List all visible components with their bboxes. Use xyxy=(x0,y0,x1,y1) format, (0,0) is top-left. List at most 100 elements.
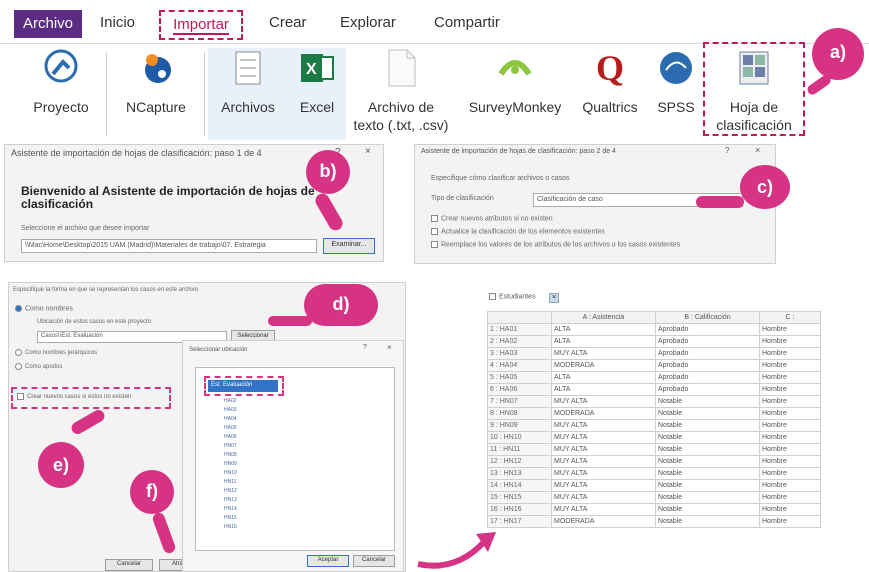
table-row[interactable]: 17 : HN17 MODERADA Notable Hombre xyxy=(487,515,821,528)
close-button[interactable]: × xyxy=(387,343,392,352)
checkbox[interactable] xyxy=(431,228,438,235)
table-cell[interactable]: MUY ALTA xyxy=(551,503,656,516)
table-cell[interactable]: MUY ALTA xyxy=(551,443,656,456)
tab-importar[interactable]: Importar xyxy=(159,10,243,40)
table-header[interactable]: A : Asistencia xyxy=(551,311,656,324)
table-cell[interactable]: MUY ALTA xyxy=(551,347,656,360)
table-row[interactable]: 14 : HN14 MUY ALTA Notable Hombre xyxy=(487,479,821,492)
tree-node[interactable]: HN13 xyxy=(224,497,237,503)
table-cell[interactable]: Hombre xyxy=(759,431,821,444)
table-cell[interactable]: Aprobado xyxy=(655,383,760,396)
tree-node[interactable]: HA05 xyxy=(224,425,237,431)
table-cell[interactable]: Hombre xyxy=(759,467,821,480)
close-button[interactable]: × xyxy=(365,146,371,157)
table-cell[interactable]: Aprobado xyxy=(655,347,760,360)
tab-archivo[interactable]: Archivo xyxy=(14,10,82,38)
table-row[interactable]: 10 : HN10 MUY ALTA Notable Hombre xyxy=(487,431,821,444)
tree-node[interactable]: HN09 xyxy=(224,461,237,467)
file-path-input[interactable]: \\Mac\Home\Desktop\2015 UAM (Madrid)\Mat… xyxy=(21,239,317,253)
checkbox[interactable] xyxy=(489,293,496,300)
tree-node[interactable]: HN11 xyxy=(224,479,236,485)
table-cell[interactable]: Aprobado xyxy=(655,323,760,336)
archivo-de-texto-button[interactable]: Archivo de texto (.txt, .csv) xyxy=(346,48,456,140)
table-cell[interactable]: Hombre xyxy=(759,515,821,528)
table-row[interactable]: 5 : HA05 ALTA Aprobado Hombre xyxy=(487,371,821,384)
table-cell[interactable]: Hombre xyxy=(759,407,821,420)
spss-button[interactable]: SPSS xyxy=(650,48,702,140)
table-cell[interactable]: Hombre xyxy=(759,491,821,504)
radio-as-names[interactable]: Como nombres xyxy=(15,305,73,312)
tree-node[interactable]: HA02 xyxy=(224,398,237,404)
tree-node[interactable]: HN16 xyxy=(224,524,237,530)
radio-hierarchical[interactable]: Como nombres jerárquicos xyxy=(15,349,97,356)
table-cell[interactable]: Aprobado xyxy=(655,359,760,372)
excel-button[interactable]: X Excel xyxy=(288,48,346,140)
cancel-button[interactable]: Cancelar xyxy=(353,555,395,567)
table-row[interactable]: 16 : HN16 MUY ALTA Notable Hombre xyxy=(487,503,821,516)
tab-inicio[interactable]: Inicio xyxy=(100,14,135,31)
checkbox[interactable] xyxy=(17,393,24,400)
qualtrics-button[interactable]: Q Qualtrics xyxy=(570,48,650,140)
radio[interactable] xyxy=(15,349,22,356)
table-row[interactable]: 11 : HN11 MUY ALTA Notable Hombre xyxy=(487,443,821,456)
help-button[interactable]: ? xyxy=(363,344,367,351)
tree-node[interactable]: HA04 xyxy=(224,416,237,422)
table-row[interactable]: 4 : HA04 MODERADA Aprobado Hombre xyxy=(487,359,821,372)
table-cell[interactable]: Hombre xyxy=(759,359,821,372)
radio-nicknames[interactable]: Como apodos xyxy=(15,363,62,370)
table-cell[interactable]: Notable xyxy=(655,443,760,456)
location-tree[interactable]: Est. Evaluación HA02 HA03 HA04 HA05 HA06… xyxy=(195,367,395,551)
table-cell[interactable]: ALTA xyxy=(551,335,656,348)
table-cell[interactable]: Hombre xyxy=(759,347,821,360)
table-cell[interactable]: MODERADA xyxy=(551,515,656,528)
table-cell[interactable]: Notable xyxy=(655,515,760,528)
table-cell[interactable]: MUY ALTA xyxy=(551,419,656,432)
tree-node[interactable]: HN07 xyxy=(224,443,237,449)
table-cell[interactable]: Notable xyxy=(655,503,760,516)
table-cell[interactable]: MUY ALTA xyxy=(551,395,656,408)
option-replace-values[interactable]: Reemplace los valores de los atributos d… xyxy=(431,241,680,248)
table-cell[interactable]: Notable xyxy=(655,419,760,432)
table-cell[interactable]: Hombre xyxy=(759,335,821,348)
tree-node[interactable]: HA06 xyxy=(224,434,237,440)
table-cell[interactable]: ALTA xyxy=(551,323,656,336)
cancel-button[interactable]: Cancelar xyxy=(105,559,153,571)
table-row[interactable]: 12 : HN12 MUY ALTA Notable Hombre xyxy=(487,455,821,468)
table-row[interactable]: 9 : HN09 MUY ALTA Notable Hombre xyxy=(487,419,821,432)
create-cases-option[interactable]: Crear nuevos casos si éstos no existen xyxy=(17,393,131,400)
close-button[interactable]: × xyxy=(755,145,760,155)
table-cell[interactable]: MODERADA xyxy=(551,407,656,420)
tree-node[interactable]: HA03 xyxy=(224,407,237,413)
table-cell[interactable]: MUY ALTA xyxy=(551,479,656,492)
table-cell[interactable]: Hombre xyxy=(759,443,821,456)
checkbox[interactable] xyxy=(431,241,438,248)
option-create-attributes[interactable]: Crear nuevos atributos si no existen xyxy=(431,215,553,222)
table-cell[interactable]: MODERADA xyxy=(551,359,656,372)
table-cell[interactable]: Hombre xyxy=(759,395,821,408)
tree-node[interactable]: HN08 xyxy=(224,452,237,458)
help-button[interactable]: ? xyxy=(725,146,729,155)
accept-button[interactable]: Aceptar xyxy=(307,555,349,567)
table-cell[interactable]: ALTA xyxy=(551,371,656,384)
close-tab-icon[interactable]: × xyxy=(549,293,559,303)
table-row[interactable]: 15 : HN15 MUY ALTA Notable Hombre xyxy=(487,491,821,504)
table-cell[interactable]: MUY ALTA xyxy=(551,455,656,468)
table-cell[interactable]: Notable xyxy=(655,455,760,468)
table-cell[interactable]: Hombre xyxy=(759,371,821,384)
option-update-classification[interactable]: Actualice la clasificación de los elemen… xyxy=(431,228,605,235)
table-row[interactable]: 3 : HA03 MUY ALTA Aprobado Hombre xyxy=(487,347,821,360)
table-cell[interactable]: Notable xyxy=(655,479,760,492)
table-cell[interactable]: Notable xyxy=(655,467,760,480)
tab-crear[interactable]: Crear xyxy=(269,14,307,31)
table-cell[interactable]: MUY ALTA xyxy=(551,467,656,480)
table-row[interactable]: 2 : HA02 ALTA Aprobado Hombre xyxy=(487,335,821,348)
radio[interactable] xyxy=(15,363,22,370)
table-header[interactable]: B : Calificación xyxy=(655,311,760,324)
table-row[interactable]: 8 : HN08 MODERADA Notable Hombre xyxy=(487,407,821,420)
table-cell[interactable]: Notable xyxy=(655,491,760,504)
table-cell[interactable]: Notable xyxy=(655,395,760,408)
table-row[interactable]: 13 : HN13 MUY ALTA Notable Hombre xyxy=(487,467,821,480)
table-cell[interactable]: MUY ALTA xyxy=(551,431,656,444)
browse-button[interactable]: Examinar... xyxy=(323,238,375,254)
table-cell[interactable]: MUY ALTA xyxy=(551,491,656,504)
